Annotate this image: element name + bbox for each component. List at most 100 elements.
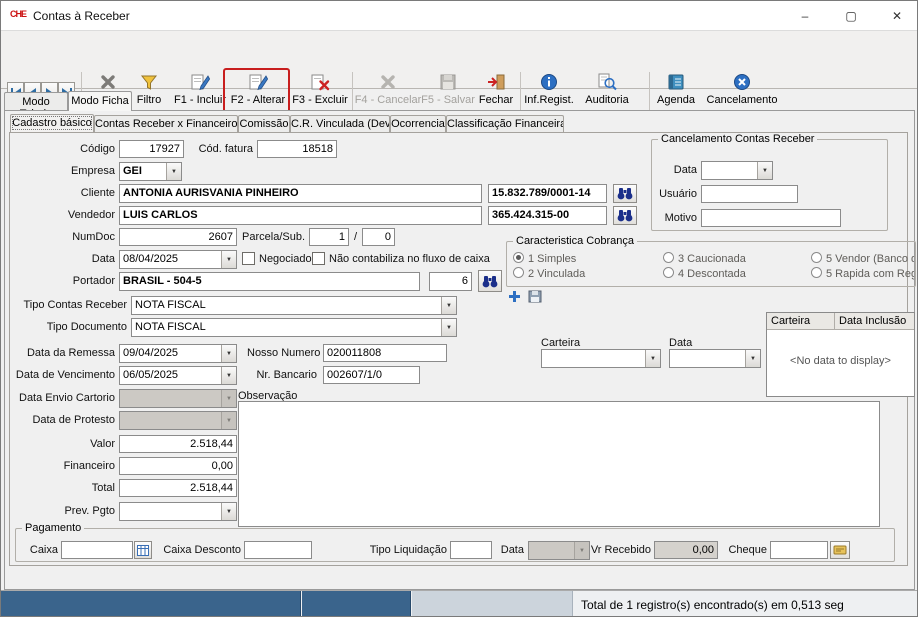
tipo-contas-receber-label: Tipo Contas Receber <box>5 299 127 311</box>
cancelamento-groupbox-title: Cancelamento Contas Receber <box>658 133 817 145</box>
portador-field[interactable]: BRASIL - 504-5 <box>119 272 420 291</box>
cliente-field[interactable]: ANTONIA AURISVANIA PINHEIRO <box>119 184 482 203</box>
chevron-down-icon: ▼ <box>221 390 236 407</box>
carteira-grid[interactable]: Carteira Data Inclusão <No data to displ… <box>766 312 915 397</box>
carteira-data-select[interactable]: ▼ <box>669 349 761 368</box>
chevron-down-icon[interactable]: ▼ <box>221 503 236 520</box>
chevron-down-icon[interactable]: ▼ <box>166 163 181 180</box>
financeiro-field[interactable]: 0,00 <box>119 457 237 475</box>
vendedor-search-button[interactable] <box>613 206 637 225</box>
caixa-desconto-field[interactable] <box>244 541 312 559</box>
add-carteira-button[interactable] <box>508 290 521 306</box>
empresa-label: Empresa <box>5 165 115 177</box>
cheque-icon <box>833 544 847 556</box>
data-vencimento-value: 06/05/2025 <box>123 369 219 381</box>
close-button[interactable]: ✕ <box>875 1 918 30</box>
cod-fatura-field[interactable]: 18518 <box>257 140 337 158</box>
valor-field[interactable]: 2.518,44 <box>119 435 237 453</box>
radio-1-simples-label: 1 Simples <box>528 253 576 265</box>
cheque-field[interactable] <box>770 541 828 559</box>
binoculars-icon <box>617 187 633 200</box>
cancelamento-data-select[interactable]: ▼ <box>701 161 773 180</box>
window-title: Contas à Receber <box>33 9 130 23</box>
portador-search-button[interactable] <box>478 270 502 292</box>
usuario-field[interactable] <box>701 185 798 203</box>
disk-icon <box>528 290 542 303</box>
tipo-contas-receber-select[interactable]: NOTA FISCAL ▼ <box>131 296 457 315</box>
chevron-down-icon[interactable]: ▼ <box>221 345 236 362</box>
caixa-field[interactable] <box>61 541 133 559</box>
negociado-checkbox[interactable] <box>242 252 255 265</box>
cheque-lookup-button[interactable] <box>830 541 850 559</box>
grid-col-data-inclusao[interactable]: Data Inclusão <box>835 313 914 329</box>
chevron-down-icon[interactable]: ▼ <box>441 297 456 314</box>
vendedor-field[interactable]: LUIS CARLOS <box>119 206 482 225</box>
chevron-down-icon[interactable]: ▼ <box>757 162 772 179</box>
tab-cr-vinculada[interactable]: C.R. Vinculada (Dev) <box>290 115 390 132</box>
observacao-textarea[interactable] <box>238 401 880 527</box>
tab-cadastro-basico[interactable]: Cadastro básico <box>10 114 94 132</box>
chevron-down-icon[interactable]: ▼ <box>221 367 236 384</box>
cliente-cnpj-field[interactable]: 15.832.789/0001-14 <box>488 184 607 203</box>
radio-3-caucionada[interactable] <box>663 252 674 263</box>
nr-bancario-field[interactable]: 002607/1/0 <box>323 366 420 384</box>
chevron-down-icon[interactable]: ▼ <box>441 319 456 336</box>
prev-pgto-select[interactable]: ▼ <box>119 502 237 521</box>
toolbar-separator <box>520 72 521 114</box>
radio-5-vendor-label: 5 Vendor (Banco d <box>826 253 914 265</box>
tab-comissao[interactable]: Comissão <box>238 115 290 132</box>
save-carteira-button[interactable] <box>528 290 542 306</box>
motivo-field[interactable] <box>701 209 841 227</box>
grid-col-carteira[interactable]: Carteira <box>767 313 835 329</box>
tab-comissao-label: Comissão <box>240 118 289 130</box>
contas-a-receber-window: CHE Contas à Receber – ▢ ✕ Opçoes Filtro… <box>0 0 918 617</box>
cliente-search-button[interactable] <box>613 184 637 203</box>
chevron-down-icon[interactable]: ▼ <box>645 350 660 367</box>
status-segment-3 <box>412 591 573 617</box>
parcela-field[interactable]: 1 <box>309 228 349 246</box>
portador-numero-field[interactable]: 6 <box>429 272 472 291</box>
data-remessa-select[interactable]: 09/04/2025 ▼ <box>119 344 237 363</box>
tab-classificacao-financeira[interactable]: Classificação Financeira <box>446 115 564 132</box>
tab-cr-vinculada-label: C.R. Vinculada (Dev) <box>291 118 390 130</box>
empresa-select[interactable]: GEI ▼ <box>119 162 182 181</box>
tipo-liquidacao-field[interactable] <box>450 541 492 559</box>
nao-contabiliza-checkbox[interactable] <box>312 252 325 265</box>
valor-label: Valor <box>5 438 115 450</box>
maximize-button[interactable]: ▢ <box>829 1 873 30</box>
data-envio-cartorio-label: Data Envio Cartorio <box>5 392 115 404</box>
numdoc-field[interactable]: 2607 <box>119 228 237 246</box>
f3-excluir-label: F3 - Excluir <box>292 94 348 106</box>
motivo-label: Motivo <box>655 212 697 224</box>
codigo-field[interactable]: 17927 <box>119 140 184 158</box>
usuario-label: Usuário <box>651 188 697 200</box>
vr-recebido-field: 0,00 <box>654 541 718 559</box>
vendedor-cpf-field[interactable]: 365.424.315-00 <box>488 206 607 225</box>
radio-2-vinculada[interactable] <box>513 267 524 278</box>
carteira-select[interactable]: ▼ <box>541 349 661 368</box>
tipo-documento-select[interactable]: NOTA FISCAL ▼ <box>131 318 457 337</box>
tab-contas-receber-financeiro[interactable]: Contas Receber x Financeiro <box>94 115 238 132</box>
prev-pgto-label: Prev. Pgto <box>5 505 115 517</box>
toolbar-separator <box>352 72 353 114</box>
caixa-lookup-button[interactable] <box>134 541 152 559</box>
minimize-button[interactable]: – <box>783 1 827 30</box>
radio-4-descontada[interactable] <box>663 267 674 278</box>
carteira-grid-header: Carteira Data Inclusão <box>767 313 914 330</box>
tab-modo-tabela[interactable]: Modo Tabela <box>4 92 68 111</box>
data-select[interactable]: 08/04/2025 ▼ <box>119 250 237 269</box>
data-remessa-value: 09/04/2025 <box>123 347 219 359</box>
portador-label: Portador <box>5 275 115 287</box>
parcela-sub-field[interactable]: 0 <box>362 228 395 246</box>
grid-empty-text: <No data to display> <box>767 355 914 367</box>
chevron-down-icon[interactable]: ▼ <box>221 251 236 268</box>
tab-ocorrencia[interactable]: Ocorrencia <box>390 115 446 132</box>
radio-1-simples[interactable] <box>513 252 524 263</box>
data-vencimento-select[interactable]: 06/05/2025 ▼ <box>119 366 237 385</box>
tab-modo-ficha[interactable]: Modo Ficha <box>68 91 132 111</box>
total-field[interactable]: 2.518,44 <box>119 479 237 497</box>
nosso-numero-field[interactable]: 020011808 <box>323 344 447 362</box>
chevron-down-icon[interactable]: ▼ <box>745 350 760 367</box>
radio-5-rapida[interactable] <box>811 267 822 278</box>
radio-5-vendor[interactable] <box>811 252 822 263</box>
